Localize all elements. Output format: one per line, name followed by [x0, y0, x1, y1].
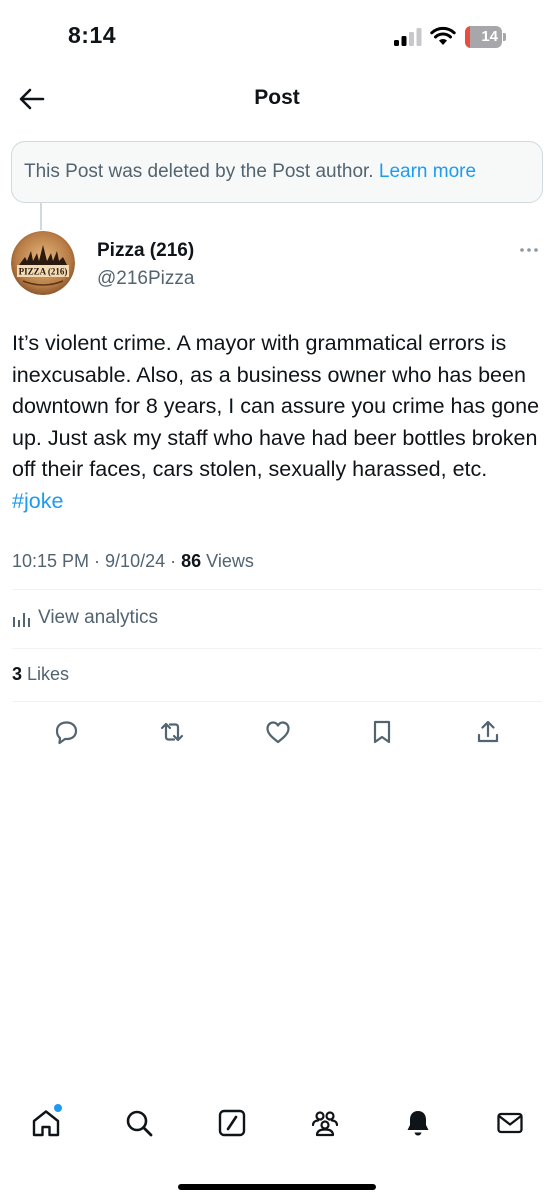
post-meta: 10:15 PM · 9/10/24 · 86 Views — [12, 551, 254, 572]
post-text: It’s violent crime. A mayor with grammat… — [12, 328, 540, 517]
divider — [12, 648, 542, 649]
status-time: 8:14 — [68, 22, 117, 48]
post-date[interactable]: 9/10/24 — [105, 551, 165, 571]
communities-icon[interactable] — [310, 1108, 340, 1138]
home-indicator[interactable] — [178, 1184, 376, 1190]
post-time[interactable]: 10:15 PM — [12, 551, 89, 571]
analytics-icon — [13, 613, 30, 627]
bottom-tab-bar — [0, 1100, 554, 1150]
repost-icon[interactable] — [158, 718, 186, 746]
thread-connector-line — [40, 203, 42, 230]
view-analytics-button[interactable]: View analytics — [12, 604, 158, 632]
views-count: 86 — [181, 551, 202, 571]
views-label: Views — [201, 551, 254, 571]
post-body-text: It’s violent crime. A mayor with grammat… — [12, 331, 540, 481]
battery-body: 14 — [465, 26, 502, 48]
meta-separator: · — [89, 551, 106, 571]
header: Post — [0, 76, 554, 124]
avatar[interactable]: PIZZA (216) — [11, 231, 75, 295]
analytics-label: View analytics — [38, 607, 159, 628]
likes-number: 3 — [12, 664, 23, 684]
deleted-notice-text: This Post was deleted by the Post author… — [24, 161, 379, 182]
likes-label: Likes — [22, 664, 70, 684]
wifi-icon — [430, 26, 456, 45]
cellular-signal-icon — [394, 28, 422, 46]
bookmark-icon[interactable] — [368, 718, 396, 746]
page-title: Post — [254, 86, 300, 109]
battery-indicator: 14 — [465, 26, 507, 48]
reply-icon[interactable] — [52, 718, 80, 746]
status-bar: 8:14 14 — [0, 0, 554, 76]
hashtag-link[interactable]: #joke — [12, 489, 63, 513]
messages-icon[interactable] — [495, 1108, 525, 1138]
home-unread-dot — [54, 1104, 62, 1112]
learn-more-link[interactable]: Learn more — [379, 161, 476, 182]
battery-cap — [503, 33, 506, 41]
notifications-icon[interactable] — [403, 1108, 433, 1138]
search-icon[interactable] — [124, 1108, 154, 1138]
more-options-icon[interactable] — [518, 242, 540, 258]
deleted-post-notice: This Post was deleted by the Post author… — [11, 141, 543, 203]
author-handle[interactable]: @216Pizza — [97, 268, 194, 290]
meta-separator: · — [165, 551, 182, 571]
like-icon[interactable] — [264, 718, 292, 746]
battery-level-text: 14 — [481, 28, 498, 45]
home-icon[interactable] — [31, 1108, 61, 1138]
likes-count[interactable]: 3 Likes — [12, 664, 69, 685]
grok-icon[interactable] — [217, 1108, 247, 1138]
svg-text:PIZZA (216): PIZZA (216) — [19, 267, 68, 277]
divider — [12, 589, 542, 590]
author-name[interactable]: Pizza (216) — [97, 240, 194, 262]
share-icon[interactable] — [474, 718, 502, 746]
divider — [12, 701, 542, 702]
